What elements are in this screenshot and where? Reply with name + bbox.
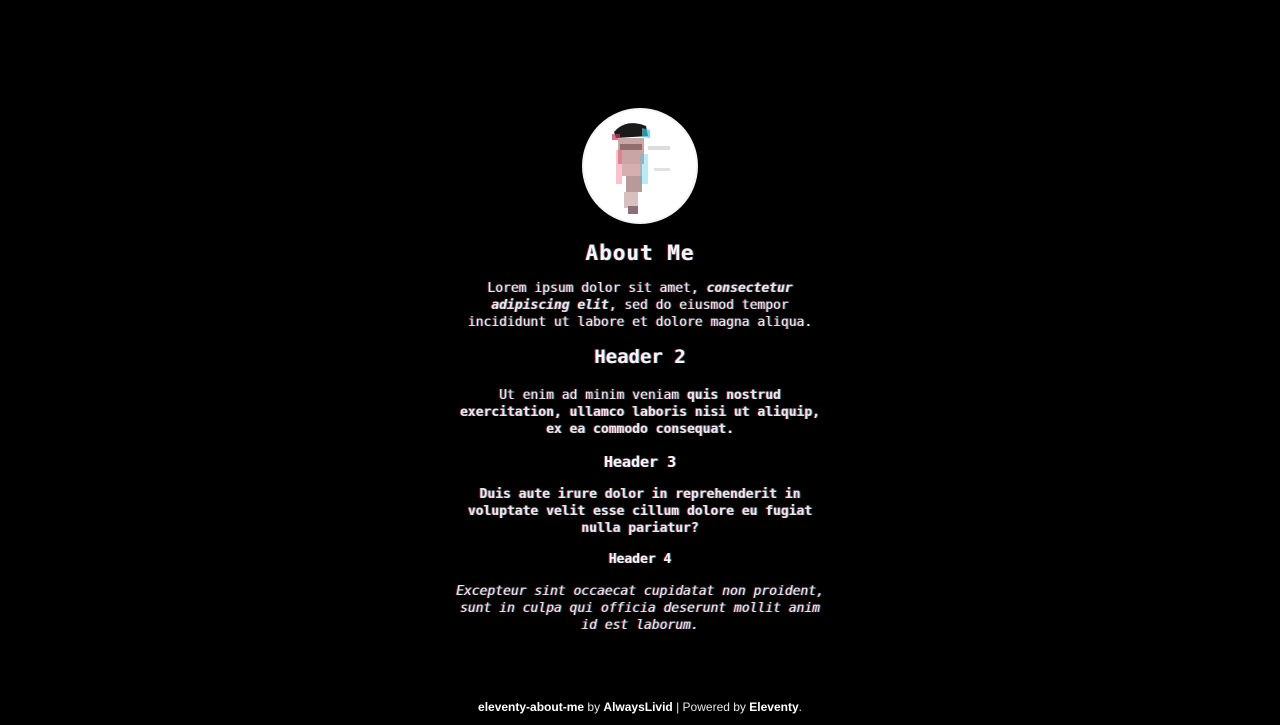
- project-link[interactable]: eleventy-about-me: [478, 700, 584, 714]
- section2-paragraph: Ut enim ad minim veniam quis nostrud exe…: [450, 387, 830, 438]
- avatar: [582, 108, 698, 224]
- header-4: Header 4: [608, 552, 672, 567]
- eleventy-link[interactable]: Eleventy: [749, 700, 798, 714]
- person-photo-icon: [584, 110, 696, 222]
- page-title: About Me: [585, 241, 695, 265]
- footer-end: .: [798, 700, 802, 714]
- author-link[interactable]: AlwaysLivid: [603, 700, 672, 714]
- about-main: About Me Lorem ipsum dolor sit amet, con…: [0, 108, 1280, 634]
- section2-text-start: Ut enim ad minim veniam: [499, 388, 687, 403]
- footer-by: by: [584, 700, 604, 714]
- footer: eleventy-about-me by AlwaysLivid | Power…: [0, 699, 1280, 715]
- section4-paragraph: Excepteur sint occaecat cupidatat non pr…: [456, 584, 824, 633]
- header-2: Header 2: [594, 346, 686, 368]
- about-text-start: Lorem ipsum dolor sit amet,: [487, 281, 707, 296]
- footer-separator: | Powered by: [672, 700, 750, 714]
- about-paragraph: Lorem ipsum dolor sit amet, consectetur …: [450, 280, 830, 331]
- header-3: Header 3: [603, 453, 677, 471]
- section3-paragraph: Duis aute irure dolor in reprehenderit i…: [467, 487, 813, 536]
